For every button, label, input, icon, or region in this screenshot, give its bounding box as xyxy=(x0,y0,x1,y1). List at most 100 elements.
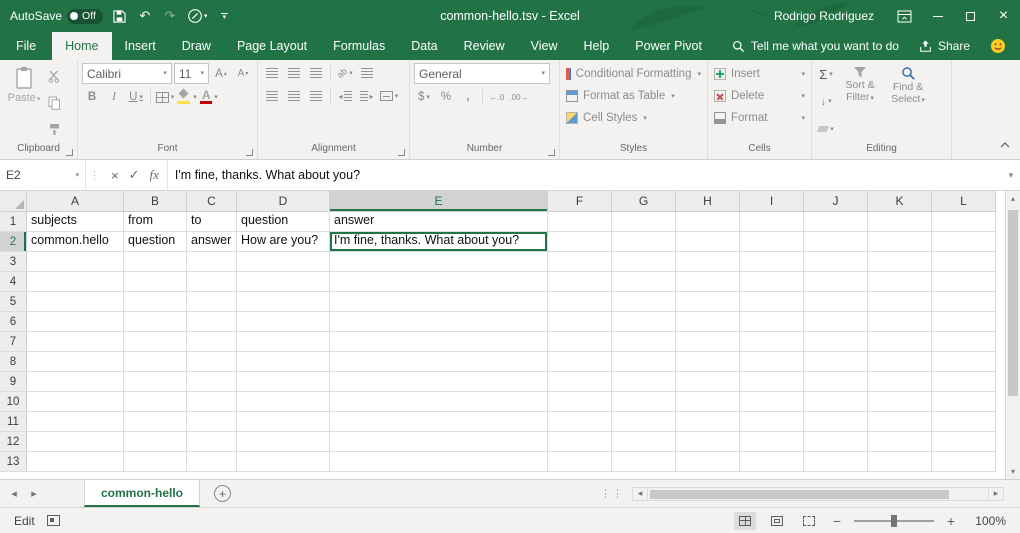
font-size-select[interactable]: 11▾ xyxy=(174,63,209,84)
row-header-11[interactable]: 11 xyxy=(0,412,27,432)
cell-F9[interactable] xyxy=(548,372,612,392)
cell-H12[interactable] xyxy=(676,432,740,452)
cell-G2[interactable] xyxy=(612,232,676,252)
tab-help[interactable]: Help xyxy=(571,32,623,60)
column-header-A[interactable]: A xyxy=(27,191,124,212)
formula-input[interactable]: I'm fine, thanks. What about you? xyxy=(168,160,1002,190)
tab-home[interactable]: Home xyxy=(52,32,111,60)
increase-decimal-button[interactable]: ←.0 xyxy=(487,87,507,107)
increase-font-size-button[interactable]: A▴ xyxy=(211,64,231,84)
cell-A7[interactable] xyxy=(27,332,124,352)
middle-align-button[interactable] xyxy=(284,63,304,83)
column-header-I[interactable]: I xyxy=(740,191,804,212)
cell-J5[interactable] xyxy=(804,292,868,312)
cell-D7[interactable] xyxy=(237,332,330,352)
fill-color-button[interactable]: ▾ xyxy=(177,87,197,107)
cell-I13[interactable] xyxy=(740,452,804,472)
row-header-8[interactable]: 8 xyxy=(0,352,27,372)
cell-F6[interactable] xyxy=(548,312,612,332)
cell-J8[interactable] xyxy=(804,352,868,372)
column-header-D[interactable]: D xyxy=(237,191,330,212)
find-select-button[interactable]: Find & Select▾ xyxy=(884,63,932,143)
cell-E6[interactable] xyxy=(330,312,548,332)
tab-data[interactable]: Data xyxy=(398,32,450,60)
cell-E11[interactable] xyxy=(330,412,548,432)
row-header-6[interactable]: 6 xyxy=(0,312,27,332)
row-header-10[interactable]: 10 xyxy=(0,392,27,412)
cell-H1[interactable] xyxy=(676,212,740,232)
cell-C4[interactable] xyxy=(187,272,237,292)
cell-K4[interactable] xyxy=(868,272,932,292)
horizontal-scrollbar[interactable]: ◂ ▸ xyxy=(632,487,1004,501)
cell-K5[interactable] xyxy=(868,292,932,312)
cell-H3[interactable] xyxy=(676,252,740,272)
cell-K8[interactable] xyxy=(868,352,932,372)
clear-button[interactable]: ▾ xyxy=(816,119,836,139)
cell-K10[interactable] xyxy=(868,392,932,412)
page-break-view-button[interactable] xyxy=(798,512,820,530)
feedback-button[interactable] xyxy=(990,38,1006,54)
align-left-button[interactable] xyxy=(262,86,282,106)
touch-mode-button[interactable]: ▾ xyxy=(187,5,208,27)
row-header-9[interactable]: 9 xyxy=(0,372,27,392)
font-family-select[interactable]: Calibri▾ xyxy=(82,63,172,84)
cell-E12[interactable] xyxy=(330,432,548,452)
close-button[interactable]: × xyxy=(987,0,1020,32)
cell-H11[interactable] xyxy=(676,412,740,432)
cell-E3[interactable] xyxy=(330,252,548,272)
row-header-5[interactable]: 5 xyxy=(0,292,27,312)
maximize-button[interactable] xyxy=(954,0,987,32)
cell-K1[interactable] xyxy=(868,212,932,232)
cell-C2[interactable]: answer xyxy=(187,232,237,252)
cell-A11[interactable] xyxy=(27,412,124,432)
cell-C9[interactable] xyxy=(187,372,237,392)
cell-J1[interactable] xyxy=(804,212,868,232)
cell-I10[interactable] xyxy=(740,392,804,412)
cell-J9[interactable] xyxy=(804,372,868,392)
accounting-format-button[interactable]: $▾ xyxy=(414,87,434,107)
cell-F10[interactable] xyxy=(548,392,612,412)
cell-I4[interactable] xyxy=(740,272,804,292)
cell-G5[interactable] xyxy=(612,292,676,312)
column-header-F[interactable]: F xyxy=(548,191,612,212)
cell-F5[interactable] xyxy=(548,292,612,312)
cell-C12[interactable] xyxy=(187,432,237,452)
column-header-K[interactable]: K xyxy=(868,191,932,212)
cell-J13[interactable] xyxy=(804,452,868,472)
align-center-button[interactable] xyxy=(284,86,304,106)
cell-D2[interactable]: How are you? xyxy=(237,232,330,252)
copy-button[interactable] xyxy=(44,93,64,113)
cell-D9[interactable] xyxy=(237,372,330,392)
cell-D5[interactable] xyxy=(237,292,330,312)
sort-filter-button[interactable]: Sort & Filter▾ xyxy=(836,63,884,143)
cell-B5[interactable] xyxy=(124,292,187,312)
cell-L13[interactable] xyxy=(932,452,996,472)
cell-F2[interactable] xyxy=(548,232,612,252)
insert-function-button[interactable]: fx xyxy=(150,167,159,183)
decrease-indent-button[interactable]: ◂ xyxy=(335,86,355,106)
row-header-2[interactable]: 2 xyxy=(0,232,27,252)
cell-A12[interactable] xyxy=(27,432,124,452)
page-layout-view-button[interactable] xyxy=(766,512,788,530)
cell-D8[interactable] xyxy=(237,352,330,372)
paste-button[interactable]: Paste▾ xyxy=(4,63,44,143)
cell-C3[interactable] xyxy=(187,252,237,272)
cell-K11[interactable] xyxy=(868,412,932,432)
zoom-level[interactable]: 100% xyxy=(968,514,1006,528)
tab-review[interactable]: Review xyxy=(451,32,518,60)
cell-H7[interactable] xyxy=(676,332,740,352)
cell-H6[interactable] xyxy=(676,312,740,332)
cut-button[interactable] xyxy=(44,66,64,86)
cell-K6[interactable] xyxy=(868,312,932,332)
cell-F3[interactable] xyxy=(548,252,612,272)
tab-power-pivot[interactable]: Power Pivot xyxy=(622,32,715,60)
share-button[interactable]: Share xyxy=(919,39,970,53)
cell-G8[interactable] xyxy=(612,352,676,372)
cell-B6[interactable] xyxy=(124,312,187,332)
cell-B11[interactable] xyxy=(124,412,187,432)
name-box[interactable]: E2▾ xyxy=(0,160,86,190)
cell-H5[interactable] xyxy=(676,292,740,312)
cell-J10[interactable] xyxy=(804,392,868,412)
cell-B7[interactable] xyxy=(124,332,187,352)
cell-L4[interactable] xyxy=(932,272,996,292)
